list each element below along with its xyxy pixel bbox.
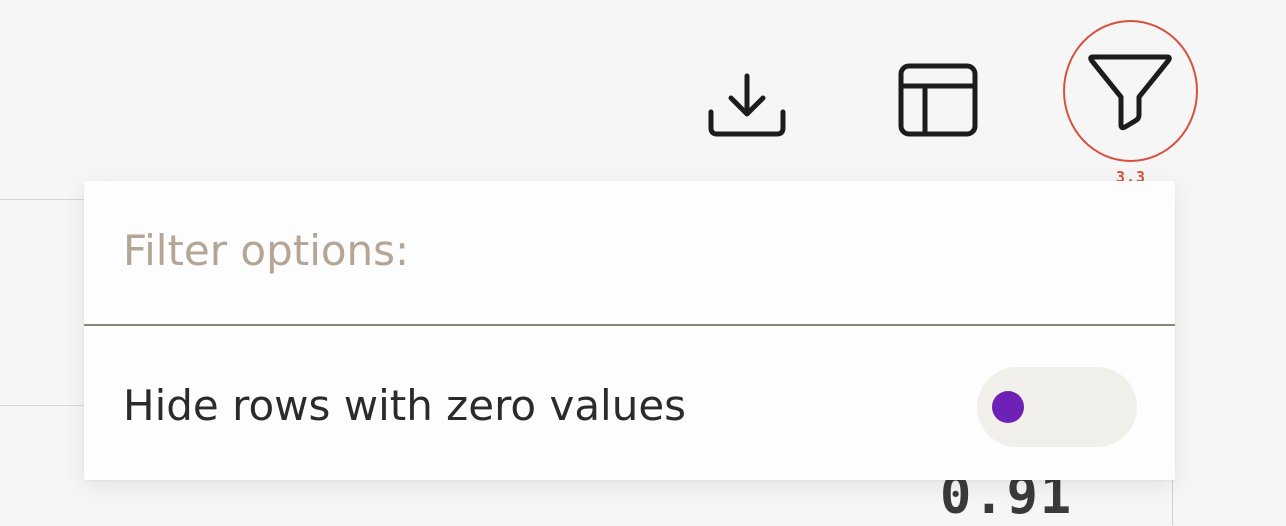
table-column-divider xyxy=(1172,480,1173,525)
table-divider-bottom xyxy=(0,405,84,406)
table-layout-button[interactable] xyxy=(893,62,985,144)
popup-title: Filter options: xyxy=(123,226,410,275)
hide-zero-rows-label: Hide rows with zero values xyxy=(123,381,687,430)
filter-option-row: Hide rows with zero values xyxy=(84,328,1175,480)
toggle-knob xyxy=(992,391,1024,423)
download-button[interactable] xyxy=(703,72,791,140)
download-icon xyxy=(708,73,786,137)
table-divider-top xyxy=(0,199,84,200)
filter-options-popup: Filter options: Hide rows with zero valu… xyxy=(84,181,1175,480)
popup-header: Filter options: xyxy=(84,181,1175,326)
filter-button[interactable] xyxy=(1075,45,1187,145)
hide-zero-rows-toggle[interactable] xyxy=(977,367,1137,447)
table-layout-icon xyxy=(898,63,978,137)
filter-funnel-icon xyxy=(1088,54,1172,131)
